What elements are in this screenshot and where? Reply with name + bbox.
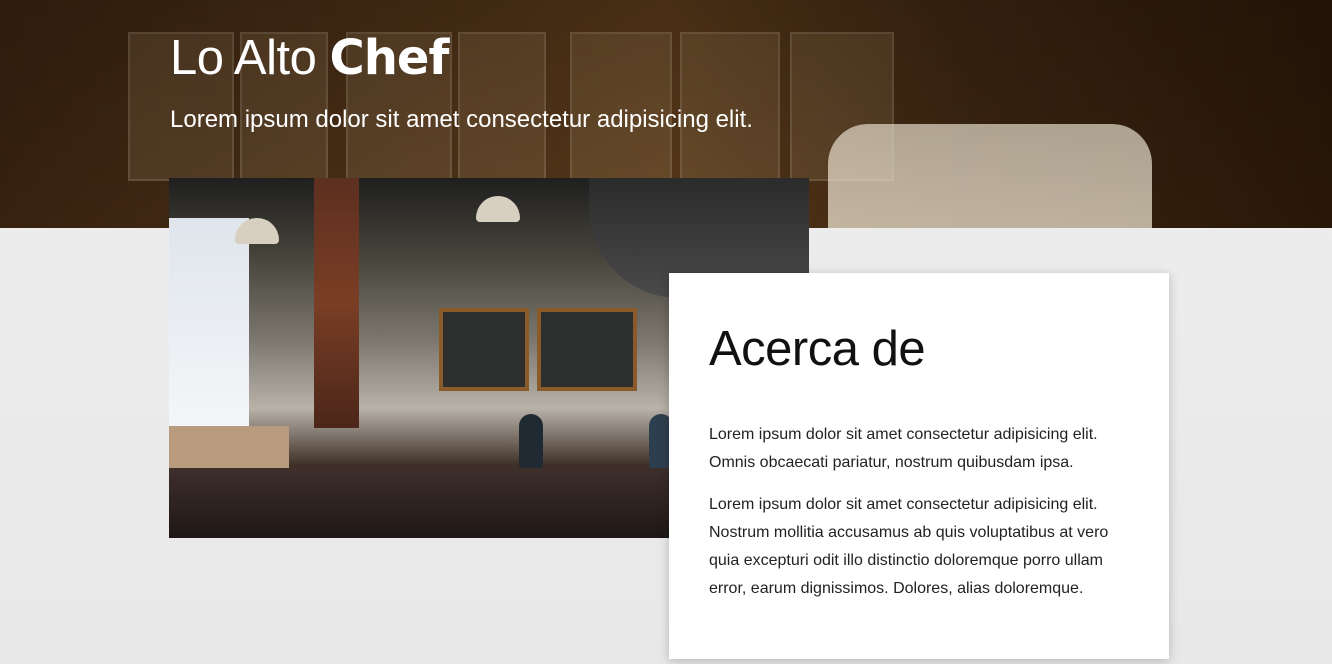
about-paragraph-1: Lorem ipsum dolor sit amet consectetur a…	[709, 426, 1098, 471]
about-paragraph-2: Lorem ipsum dolor sit amet consectetur a…	[709, 496, 1109, 597]
crate	[169, 426, 289, 468]
brick-column	[314, 178, 359, 428]
window-area	[169, 218, 249, 438]
page: Lo Alto Chef Lorem ipsum dolor sit amet …	[0, 0, 1332, 664]
menu-board	[439, 308, 529, 391]
about-title: Acerca de	[709, 322, 926, 376]
about-card: Acerca de Lorem ipsum dolor sit amet con…	[669, 273, 1169, 659]
brand-bold-text: Chef	[329, 30, 449, 86]
hero-tagline: Lorem ipsum dolor sit amet consectetur a…	[170, 106, 753, 133]
menu-board	[537, 308, 637, 391]
site-logo[interactable]: Lo Alto Chef	[170, 31, 449, 85]
pendant-lamp-icon	[476, 196, 520, 222]
brand-light-text: Lo Alto	[170, 31, 317, 85]
about-body: Lorem ipsum dolor sit amet consectetur a…	[709, 421, 1139, 617]
person-figure	[519, 414, 543, 468]
